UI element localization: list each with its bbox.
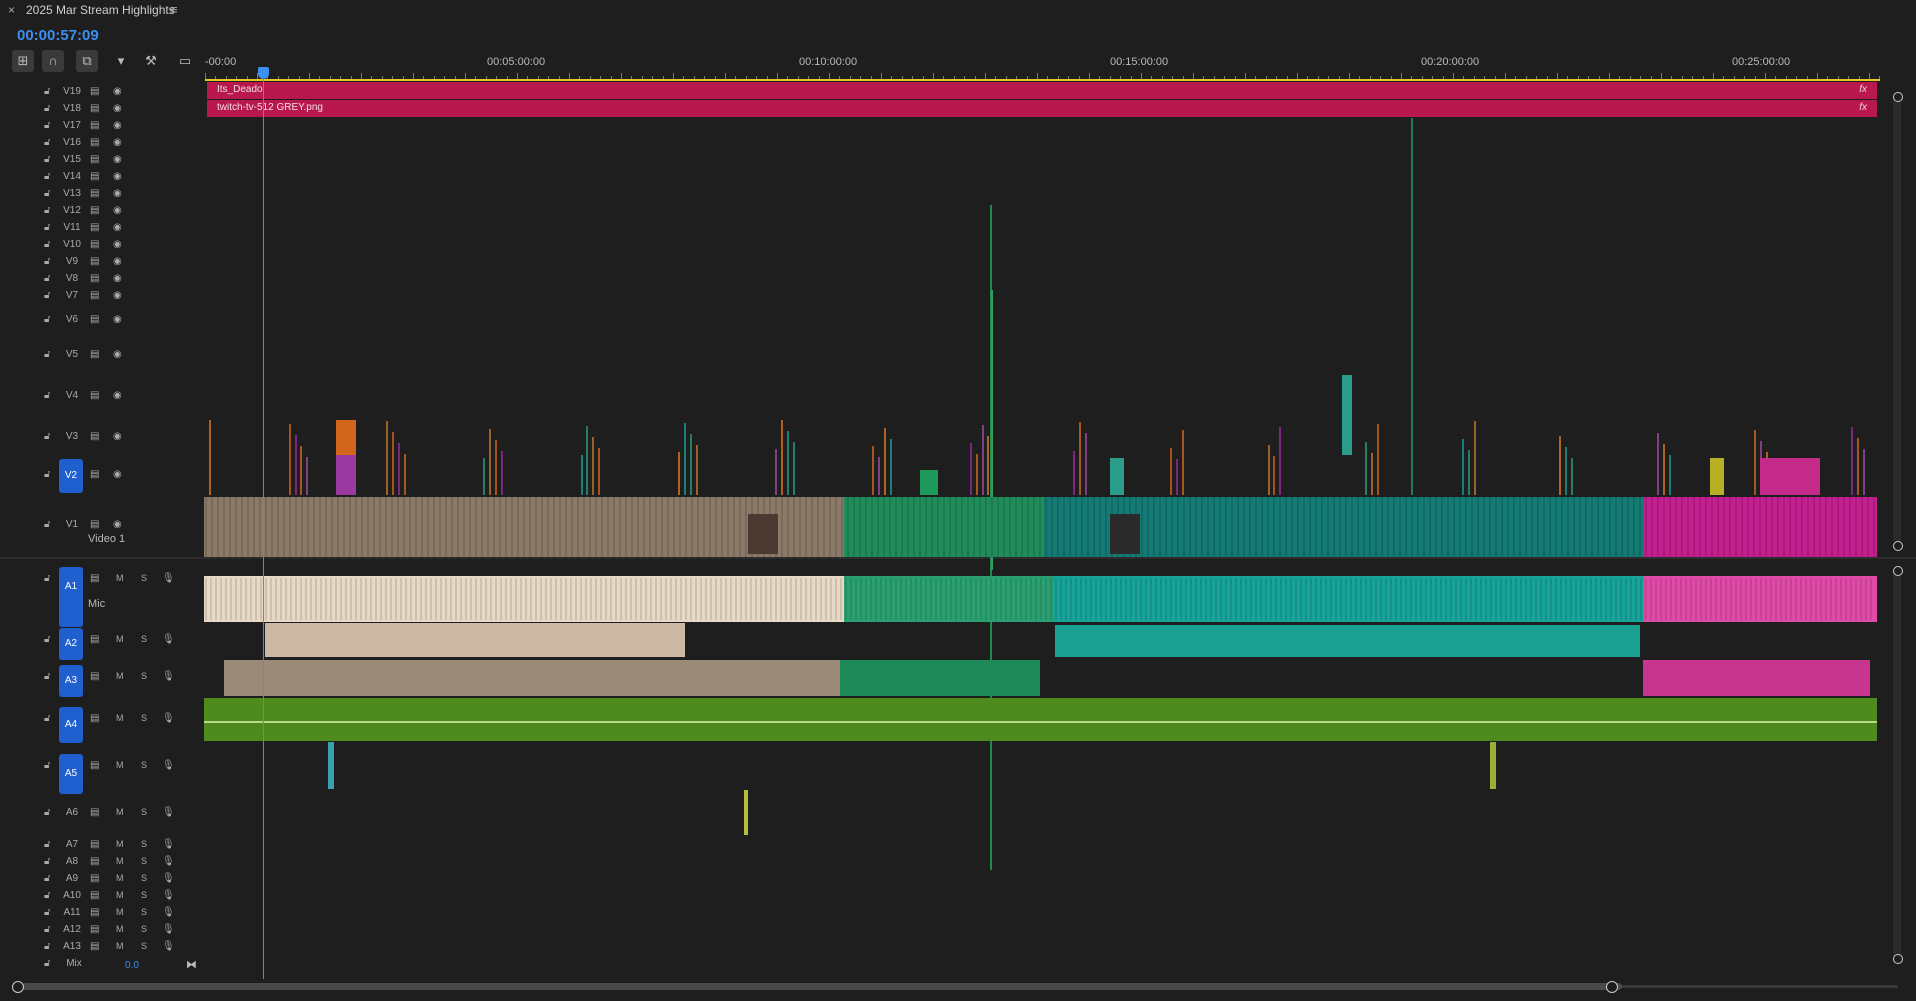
clip-audio-a2[interactable] — [265, 623, 685, 657]
scroll-knob-right[interactable] — [1606, 981, 1618, 993]
clip-audio-a3[interactable] — [1643, 660, 1870, 696]
clip-block[interactable] — [1760, 458, 1820, 495]
fx-badge-icon: fx — [1859, 102, 1867, 113]
video-vertical-scrollbar[interactable] — [1893, 96, 1901, 542]
clip-block[interactable] — [920, 470, 938, 495]
clip-audio-a2[interactable] — [1055, 625, 1640, 657]
horizontal-scrollbar[interactable] — [12, 981, 1902, 993]
scroll-knob-top[interactable] — [1893, 92, 1903, 102]
clip-label: twitch-tv-512 GREY.png — [217, 102, 323, 113]
clip-audio-a5[interactable] — [1490, 742, 1496, 789]
scroll-knob-left[interactable] — [12, 981, 24, 993]
scroll-knob-top[interactable] — [1893, 566, 1903, 576]
scrollbar-thumb[interactable] — [22, 983, 1622, 990]
clip-label: Its_Deado — [217, 84, 263, 95]
clip-thumbnail[interactable] — [1110, 514, 1140, 554]
clip-audio-a3[interactable] — [224, 660, 840, 696]
playhead-handle[interactable] — [258, 67, 269, 79]
scroll-knob-bottom[interactable] — [1893, 541, 1903, 551]
audio-vertical-scrollbar[interactable] — [1893, 570, 1901, 962]
playhead-line[interactable] — [263, 79, 264, 979]
clip-its-deado[interactable]: Its_Deado fx — [207, 82, 1877, 99]
scroll-knob-bottom[interactable] — [1893, 954, 1903, 964]
clip-thumbnail[interactable] — [748, 514, 778, 554]
fx-badge-icon: fx — [1859, 84, 1867, 95]
clip-block[interactable] — [1110, 458, 1124, 495]
timeline-tracks-area[interactable] — [0, 0, 1916, 1001]
clip-block[interactable] — [1710, 458, 1724, 495]
clip-audio-a5[interactable] — [328, 742, 334, 789]
clip-audio-cream[interactable] — [204, 576, 844, 622]
clip-block[interactable] — [1342, 375, 1352, 455]
clip-audio-music[interactable] — [204, 698, 1877, 741]
clip-audio-a3[interactable] — [840, 660, 1040, 696]
clip-block[interactable] — [336, 455, 356, 495]
clip-audio-a6[interactable] — [744, 790, 748, 835]
clip-twitch-png[interactable]: twitch-tv-512 GREY.png fx — [207, 100, 1877, 117]
